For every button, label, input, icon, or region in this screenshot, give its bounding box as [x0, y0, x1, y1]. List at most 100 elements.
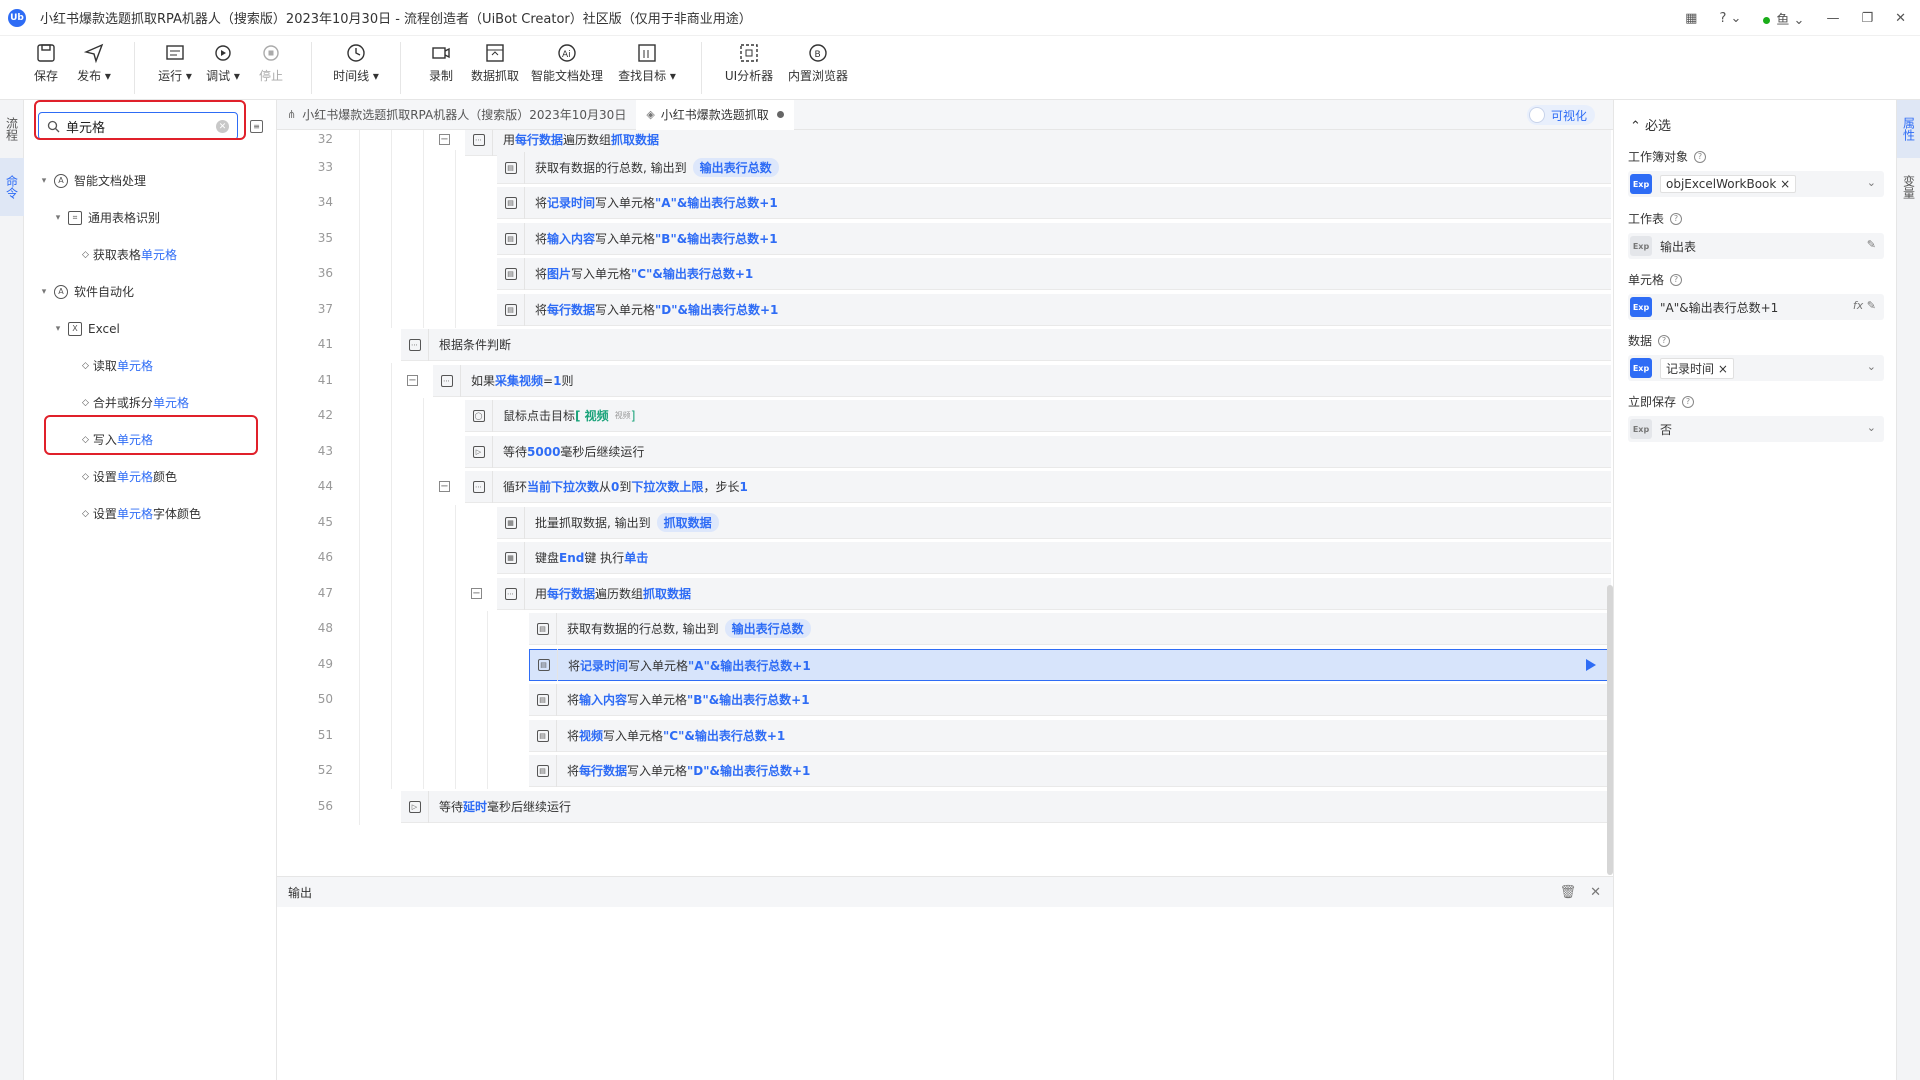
- flow-line[interactable]: 52 ▤ 将 每行数据 写入单元格 "D"&输出表行总数+1: [277, 753, 1613, 789]
- smart-doc-button[interactable]: Ai 智能文档处理: [525, 36, 609, 84]
- expression-icon[interactable]: Exp: [1630, 174, 1652, 194]
- save-button[interactable]: 保存: [22, 36, 70, 84]
- flow-line[interactable]: 45 ▦ 批量抓取数据, 输出到 抓取数据: [277, 505, 1613, 541]
- expression-icon[interactable]: Exp: [1630, 297, 1652, 317]
- record-button[interactable]: 录制: [417, 36, 465, 84]
- formula-icon[interactable]: fx ✎: [1853, 299, 1876, 312]
- tab-variables[interactable]: 变量: [1897, 158, 1920, 216]
- tree-item-smart-doc[interactable]: ▾ A 智能文档处理: [24, 162, 277, 199]
- timeline-button[interactable]: 时间线 ▾: [328, 36, 384, 84]
- chevron-down-icon[interactable]: ⌄: [1867, 360, 1876, 373]
- stop-button[interactable]: 停止: [247, 36, 295, 84]
- required-section-header[interactable]: ⌃ 必选: [1630, 115, 1671, 134]
- data-field[interactable]: Exp 记录时间 × ⌄: [1628, 355, 1884, 381]
- builtin-browser-button[interactable]: B 内置浏览器: [780, 36, 856, 84]
- tab-flow[interactable]: 流程: [0, 100, 24, 158]
- flow-line[interactable]: 44 − ⋯ 循环 当前下拉次数 从 0 到 下拉次数上限 ，步长 1: [277, 469, 1613, 505]
- tab-main-flow[interactable]: ⋔ 小红书爆款选题抓取RPA机器人（搜索版）2023年10月30日: [277, 100, 636, 130]
- command-block[interactable]: ▤ 将 输入内容 写入单元格 "B"&输出表行总数+1: [497, 222, 1611, 255]
- command-block[interactable]: ▷ 等待 延时 毫秒后继续运行: [401, 790, 1611, 823]
- close-icon[interactable]: ✕: [1590, 885, 1601, 900]
- save-now-select[interactable]: Exp 否 ⌄: [1628, 416, 1884, 442]
- command-block[interactable]: ▤ 获取有数据的行总数, 输出到 输出表行总数: [497, 151, 1611, 184]
- command-block[interactable]: ▤ 将 记录时间 写入单元格 "A"&输出表行总数+1: [529, 649, 1611, 681]
- command-block[interactable]: ▦ 批量抓取数据, 输出到 抓取数据: [497, 506, 1611, 539]
- find-target-button[interactable]: 查找目标 ▾: [609, 36, 685, 84]
- expression-icon[interactable]: Exp: [1630, 419, 1652, 439]
- tree-item-software-automation[interactable]: ▾ A 软件自动化: [24, 273, 277, 310]
- tree-item-write-cell[interactable]: ◇ 写入 单元格: [24, 421, 277, 458]
- flow-line[interactable]: 46 ▦ 键盘 End 键 执行 单击: [277, 540, 1613, 576]
- sheet-field[interactable]: Exp 输出表 ✎: [1628, 233, 1884, 259]
- tab-properties[interactable]: 属性: [1897, 100, 1920, 158]
- command-block[interactable]: ⋯ 循环 当前下拉次数 从 0 到 下拉次数上限 ，步长 1: [465, 470, 1611, 503]
- command-block[interactable]: ▦ 键盘 End 键 执行 单击: [497, 541, 1611, 574]
- flow-line[interactable]: 56 ▷ 等待 延时 毫秒后继续运行: [277, 789, 1613, 825]
- cell-field[interactable]: Exp "A"&输出表行总数+1 fx ✎: [1628, 294, 1884, 320]
- search-input[interactable]: [66, 118, 206, 134]
- command-block[interactable]: ▤ 将 每行数据 写入单元格 "D"&输出表行总数+1: [497, 293, 1611, 326]
- help-icon[interactable]: ?: [1670, 273, 1683, 286]
- visual-toggle[interactable]: 可视化: [1526, 105, 1595, 125]
- restore-button[interactable]: ❐: [1861, 11, 1873, 26]
- tab-commands[interactable]: 命令: [0, 158, 24, 216]
- command-block[interactable]: ⋯ 根据条件判断: [401, 328, 1611, 361]
- collapse-toggle-icon[interactable]: −: [407, 375, 418, 386]
- flow-line[interactable]: 51 ▤ 将 视频 写入单元格 "C"&输出表行总数+1: [277, 718, 1613, 754]
- flow-line[interactable]: 34 ▤ 将 记录时间 写入单元格 "A"&输出表行总数+1: [277, 185, 1613, 221]
- flow-line[interactable]: 33 ▤ 获取有数据的行总数, 输出到 输出表行总数: [277, 150, 1613, 186]
- tree-item-table-ocr[interactable]: ▾ ⌗ 通用表格识别: [24, 199, 277, 236]
- chevron-down-icon[interactable]: ⌄: [1867, 176, 1876, 189]
- run-button[interactable]: 运行 ▾: [151, 36, 199, 84]
- flow-line[interactable]: 43 ▷ 等待 5000 毫秒后继续运行: [277, 434, 1613, 470]
- filter-icon[interactable]: ≡: [250, 120, 263, 133]
- command-block[interactable]: ▤ 将 输入内容 写入单元格 "B"&输出表行总数+1: [529, 683, 1611, 716]
- trash-icon[interactable]: 🗑: [1560, 885, 1577, 900]
- help-icon[interactable]: ?: [1670, 212, 1683, 225]
- output-tab[interactable]: 输出: [277, 877, 323, 907]
- user-menu[interactable]: 鱼 ⌄: [1763, 9, 1804, 28]
- collapse-toggle-icon[interactable]: −: [471, 588, 482, 599]
- tree-item-get-table-cell[interactable]: ◇ 获取表格 单元格: [24, 236, 277, 273]
- tree-item-excel[interactable]: ▾ X Excel: [24, 310, 277, 347]
- minimize-button[interactable]: —: [1826, 11, 1839, 26]
- expression-icon[interactable]: Exp: [1630, 236, 1652, 256]
- expression-icon[interactable]: Exp: [1630, 358, 1652, 378]
- chevron-down-icon[interactable]: ▾: [52, 213, 64, 223]
- command-block[interactable]: ▷ 等待 5000 毫秒后继续运行: [465, 435, 1611, 468]
- flow-line[interactable]: 42 ◯ 鼠标点击目标 [ 视频 视频 ]: [277, 398, 1613, 434]
- flow-line[interactable]: 41 − ⋯ 如果 采集视频 = 1 则: [277, 363, 1613, 399]
- help-icon[interactable]: ?: [1682, 395, 1695, 408]
- publish-button[interactable]: 发布 ▾: [70, 36, 118, 84]
- edit-icon[interactable]: ✎: [1867, 238, 1876, 251]
- flow-line[interactable]: 41 ⋯ 根据条件判断: [277, 327, 1613, 363]
- data-scrape-button[interactable]: 数据抓取: [465, 36, 525, 84]
- chevron-down-icon[interactable]: ▾: [38, 176, 50, 186]
- command-block[interactable]: ▤ 将 每行数据 写入单元格 "D"&输出表行总数+1: [529, 754, 1611, 787]
- flow-line[interactable]: 35 ▤ 将 输入内容 写入单元格 "B"&输出表行总数+1: [277, 221, 1613, 257]
- tree-item-set-cell-font-color[interactable]: ◇ 设置 单元格 字体颜色: [24, 495, 277, 532]
- command-block[interactable]: ◯ 鼠标点击目标 [ 视频 视频 ]: [465, 399, 1611, 432]
- command-block[interactable]: ▤ 将 视频 写入单元格 "C"&输出表行总数+1: [529, 719, 1611, 752]
- command-block[interactable]: ⋯ 用 每行数据 遍历数组 抓取数据: [497, 577, 1611, 610]
- debug-button[interactable]: 调试 ▾: [199, 36, 247, 84]
- flow-line[interactable]: 36 ▤ 将 图片 写入单元格 "C"&输出表行总数+1: [277, 256, 1613, 292]
- close-button[interactable]: ✕: [1895, 11, 1906, 26]
- collapse-toggle-icon[interactable]: −: [439, 134, 450, 145]
- collapse-toggle-icon[interactable]: −: [439, 481, 450, 492]
- chevron-down-icon[interactable]: ▾: [38, 287, 50, 297]
- command-block[interactable]: ▤ 将 记录时间 写入单元格 "A"&输出表行总数+1: [497, 186, 1611, 219]
- workbook-field[interactable]: Exp objExcelWorkBook × ⌄: [1628, 171, 1884, 197]
- chevron-down-icon[interactable]: ⌄: [1867, 421, 1876, 434]
- flow-line[interactable]: 47 − ⋯ 用 每行数据 遍历数组 抓取数据: [277, 576, 1613, 612]
- ui-analyzer-button[interactable]: UI分析器: [718, 36, 780, 84]
- tree-item-read-cell[interactable]: ◇ 读取 单元格: [24, 347, 277, 384]
- flow-line[interactable]: 50 ▤ 将 输入内容 写入单元格 "B"&输出表行总数+1: [277, 682, 1613, 718]
- tree-item-set-cell-color[interactable]: ◇ 设置 单元格 颜色: [24, 458, 277, 495]
- layout-icon[interactable]: ▦: [1685, 11, 1697, 26]
- command-block[interactable]: ▤ 获取有数据的行总数, 输出到 输出表行总数: [529, 612, 1611, 645]
- tab-sub-flow[interactable]: ◈ 小红书爆款选题抓取: [636, 99, 794, 130]
- command-block[interactable]: ⋯ 如果 采集视频 = 1 则: [433, 364, 1611, 397]
- help-icon[interactable]: ? ⌄: [1719, 11, 1741, 26]
- chevron-down-icon[interactable]: ▾: [52, 324, 64, 334]
